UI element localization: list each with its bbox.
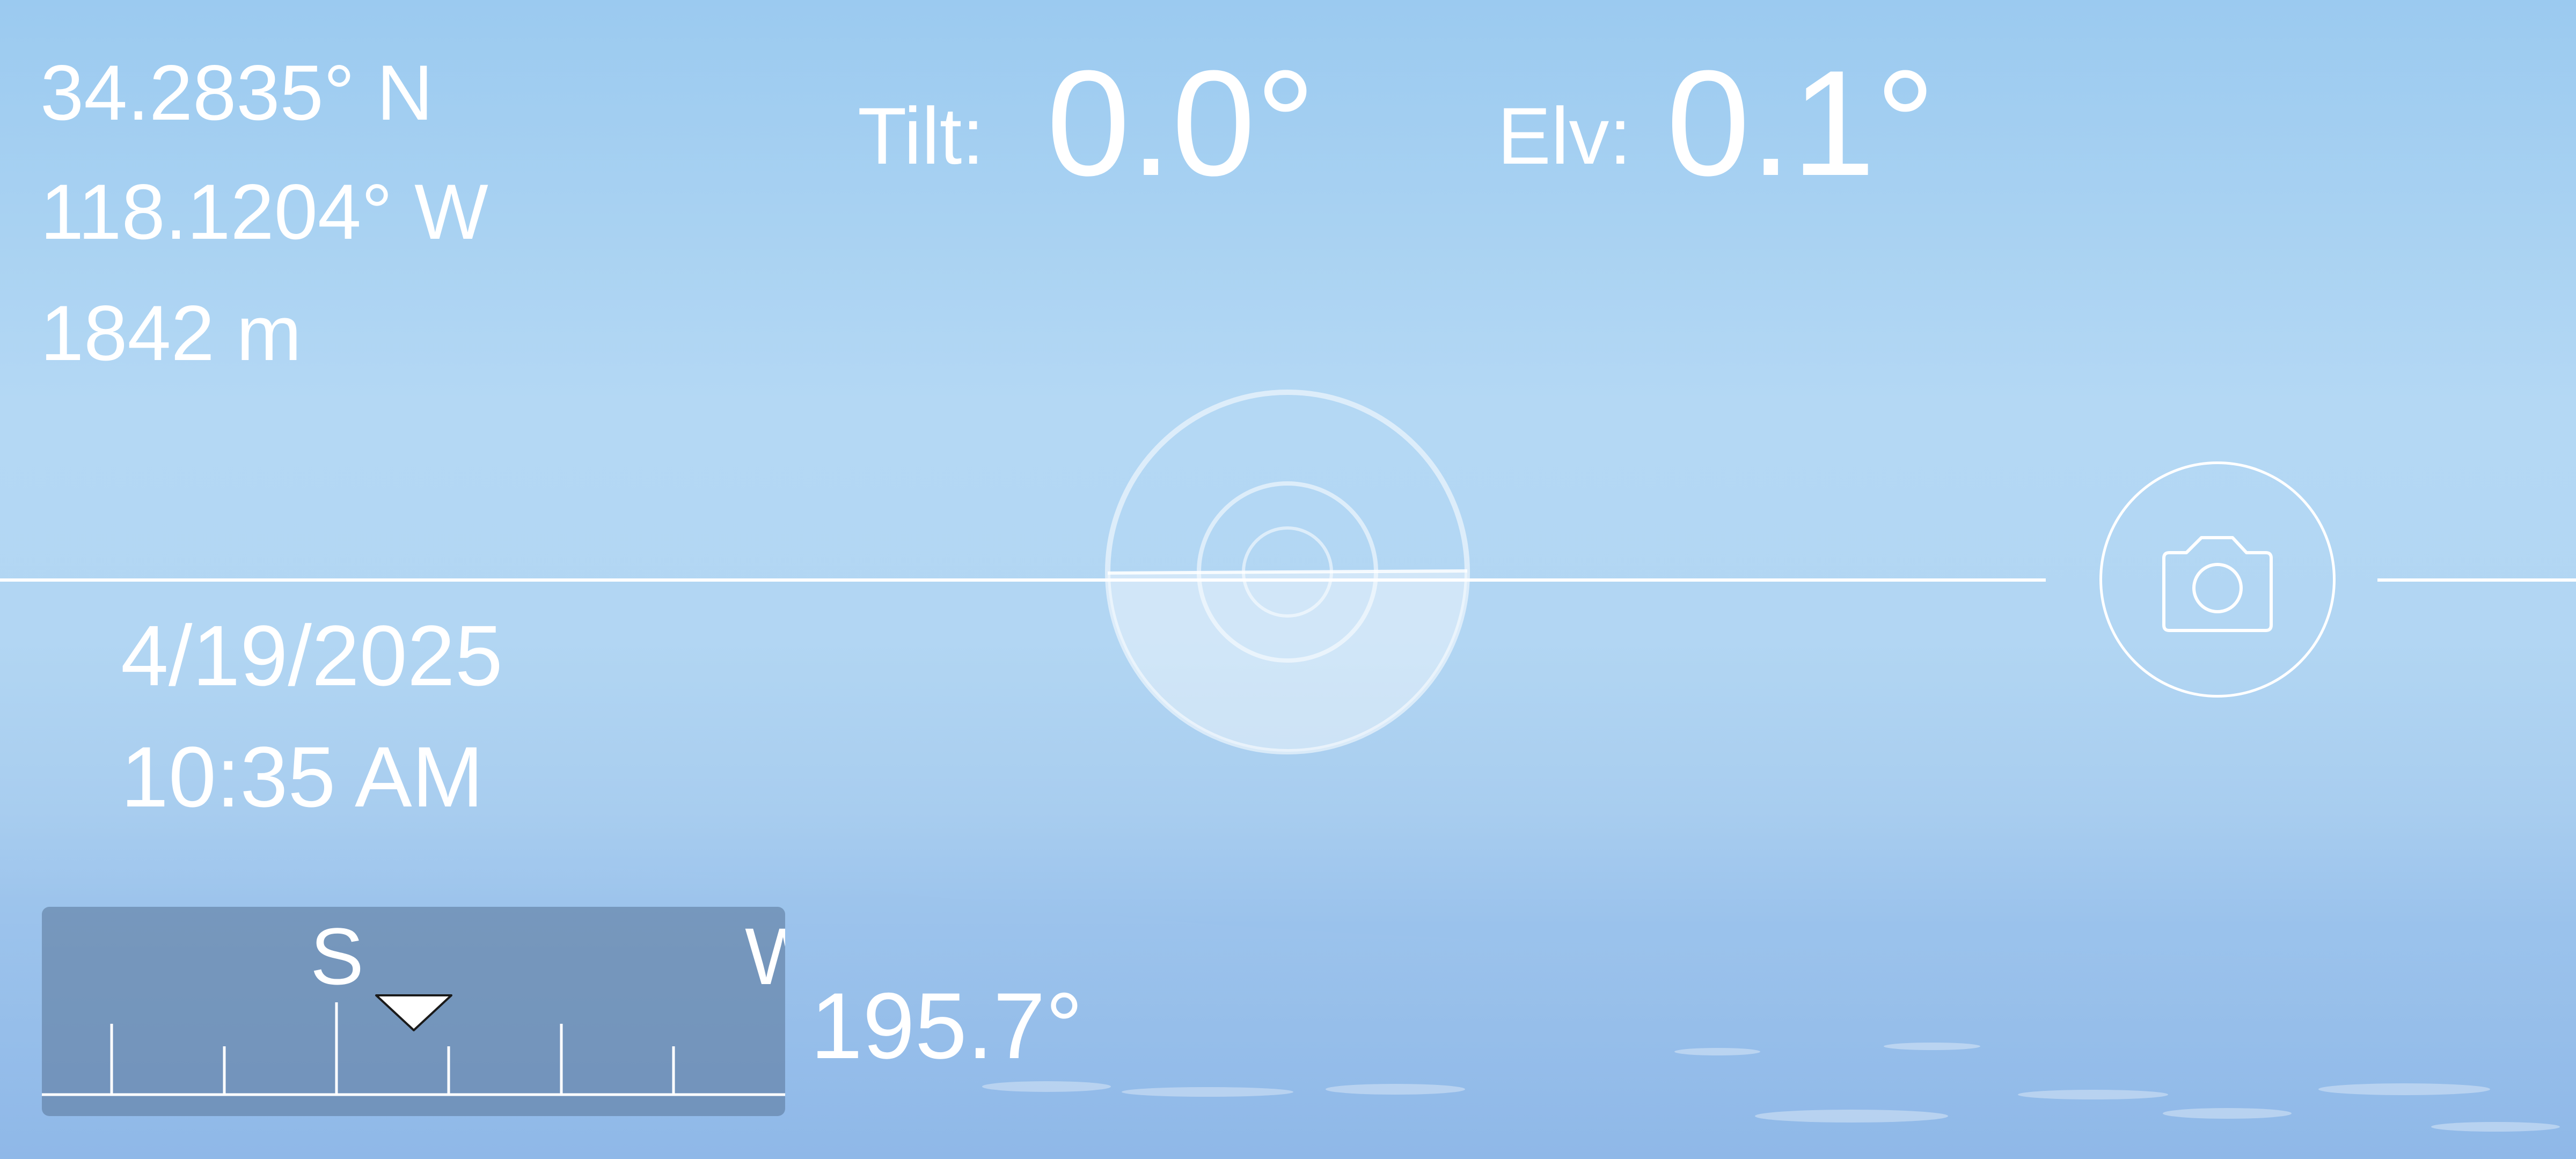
elevation-label: Elv: — [1497, 91, 1632, 181]
triangle-pointer-icon — [375, 994, 452, 1031]
heading-value: 195.7° — [810, 974, 1083, 1079]
latitude-text: 34.2835° N — [40, 49, 434, 136]
time-text: 10:35 AM — [121, 729, 484, 825]
camera-icon — [2162, 536, 2273, 632]
level-indicator-icon — [1105, 390, 1470, 754]
longitude-text: 118.1204° W — [40, 168, 488, 255]
tilt-label: Tilt: — [858, 91, 985, 181]
tilt-value: 0.0° — [1046, 40, 1316, 207]
capture-photo-button[interactable] — [2099, 461, 2336, 698]
date-text: 4/19/2025 — [121, 607, 503, 703]
elevation-value: 0.1° — [1666, 40, 1936, 207]
compass-strip[interactable]: S W — [42, 907, 785, 1116]
horizon-line-left — [0, 578, 2046, 582]
horizon-line-right — [2377, 578, 2576, 582]
altitude-text: 1842 m — [40, 289, 302, 377]
